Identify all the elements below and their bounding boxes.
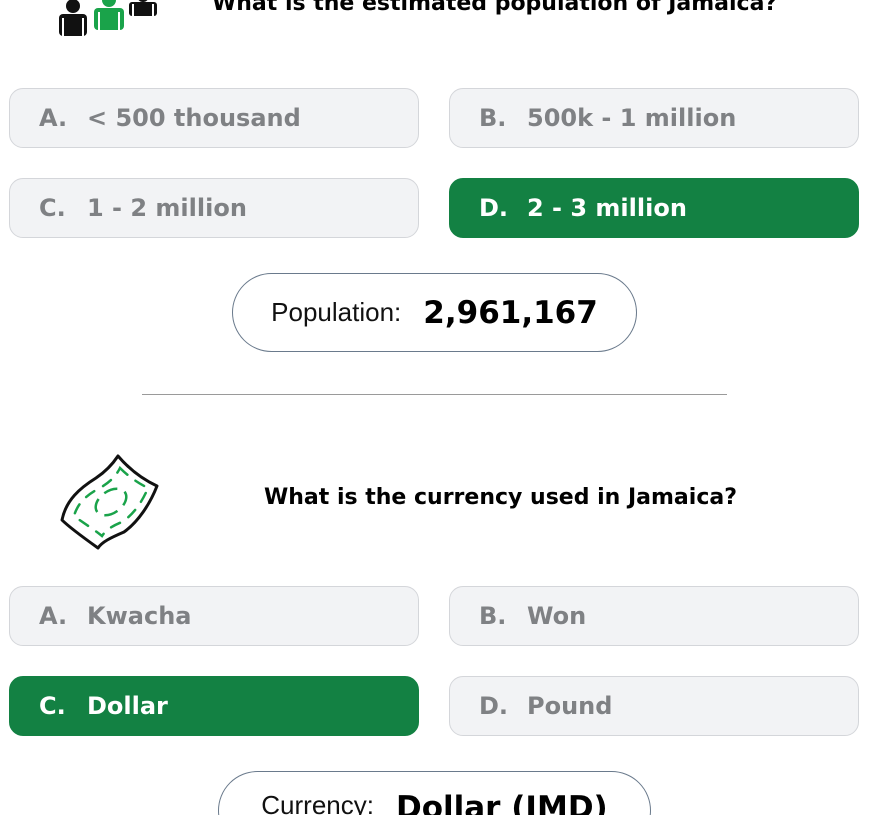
population-answer-value: 2,961,167 (423, 294, 598, 331)
currency-answer-pill: Currency: Dollar (JMD) (218, 771, 651, 815)
option-letter: D. (479, 692, 509, 720)
currency-question-title: What is the currency used in Jamaica? (264, 485, 737, 510)
population-option-d-correct[interactable]: D. 2 - 3 million (449, 178, 859, 238)
population-question-title: What is the estimated population of Jama… (212, 0, 778, 16)
option-letter: B. (479, 104, 507, 132)
currency-option-a[interactable]: A. Kwacha (9, 586, 419, 646)
population-option-a[interactable]: A. < 500 thousand (9, 88, 419, 148)
option-letter: D. (479, 194, 509, 222)
option-text: Pound (527, 692, 613, 720)
option-text: Kwacha (87, 602, 192, 630)
population-answer-pill: Population: 2,961,167 (232, 273, 637, 352)
option-text: 500k - 1 million (527, 104, 737, 132)
option-letter: A. (39, 104, 68, 132)
population-option-b[interactable]: B. 500k - 1 million (449, 88, 859, 148)
population-answer-label: Population: (271, 297, 402, 327)
option-letter: C. (39, 692, 66, 720)
option-letter: C. (39, 194, 66, 222)
option-text: < 500 thousand (87, 104, 301, 132)
option-text: 1 - 2 million (87, 194, 247, 222)
currency-answer-value: Dollar (JMD) (395, 790, 608, 815)
section-divider (142, 394, 727, 395)
option-letter: A. (39, 602, 68, 630)
currency-answer-label: Currency: (261, 790, 374, 815)
option-text: Dollar (87, 692, 168, 720)
option-letter: B. (479, 602, 507, 630)
currency-option-b[interactable]: B. Won (449, 586, 859, 646)
banknote-icon (60, 454, 159, 550)
currency-option-c-correct[interactable]: C. Dollar (9, 676, 419, 736)
population-option-c[interactable]: C. 1 - 2 million (9, 178, 419, 238)
option-text: Won (527, 602, 587, 630)
currency-option-d[interactable]: D. Pound (449, 676, 859, 736)
quiz-page: What is the estimated population of Jama… (0, 0, 869, 815)
people-icon (59, 0, 157, 36)
option-text: 2 - 3 million (527, 194, 687, 222)
